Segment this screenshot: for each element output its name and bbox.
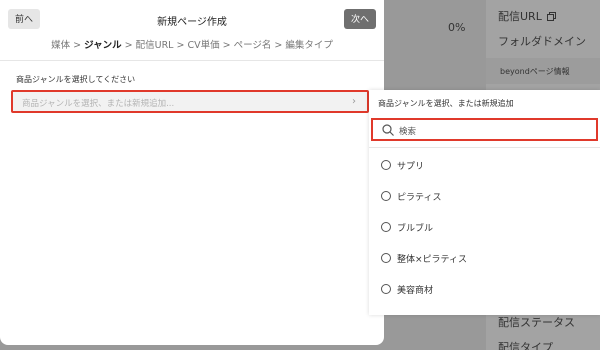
genre-field-label: 商品ジャンルを選択してください (16, 75, 136, 84)
search-icon (382, 124, 394, 136)
genre-option-label: ピラティス (397, 192, 442, 203)
breadcrumb-separator: > (176, 40, 185, 51)
genre-option[interactable]: サプリ (381, 158, 424, 172)
genre-option-label: ブルブル (397, 223, 434, 234)
background-item-delivery-type: 配信タイプ (498, 341, 553, 350)
genre-option-label: サプリ (397, 161, 425, 172)
genre-option-label: 美容商材 (397, 285, 434, 296)
modal-title: 新規ページ作成 (157, 17, 227, 28)
search-placeholder: 検索 (399, 127, 417, 137)
new-page-modal: 前へ 新規ページ作成 次へ 媒体 > ジャンル > 配信URL > CV単価 > ページ名 > 編集… (0, 0, 384, 345)
genre-option[interactable]: 整体×ピラティス (381, 251, 467, 265)
breadcrumb-separator: > (274, 40, 283, 51)
breadcrumb-item-media: 媒体 (51, 40, 71, 51)
copy-icon (547, 12, 557, 21)
radio-icon[interactable] (381, 191, 391, 201)
breadcrumb-separator: > (124, 40, 133, 51)
background-item-delivery-status: 配信ステータス (498, 316, 575, 329)
radio-icon[interactable] (381, 284, 391, 294)
dropdown-divider (369, 147, 600, 148)
background-percent-top: 0% (448, 21, 466, 34)
radio-icon[interactable] (381, 253, 391, 263)
chevron-right-icon: › (352, 96, 356, 107)
radio-icon[interactable] (381, 222, 391, 232)
breadcrumb-item-delivery-url: 配信URL (135, 40, 174, 51)
breadcrumb-item-genre: ジャンル (84, 40, 122, 51)
radio-icon[interactable] (381, 160, 391, 170)
next-button[interactable]: 次へ (344, 9, 376, 29)
breadcrumb-item-page-name: ページ名 (233, 40, 272, 51)
genre-dropdown: 商品ジャンルを選択、または新規追加 検索 サプリ ピラティス ブルブル 整体×ピ… (369, 90, 600, 315)
genre-option[interactable]: ブルブル (381, 220, 433, 234)
genre-option-label: 整体×ピラティス (397, 254, 468, 265)
background-item-delivery-url: 配信URL (498, 8, 557, 24)
breadcrumb-separator: > (73, 40, 82, 51)
search-input[interactable]: 検索 (371, 118, 598, 141)
background-section-label: beyondページ情報 (486, 58, 600, 84)
genre-select[interactable]: 商品ジャンルを選択、または新規追加... › (11, 90, 369, 113)
header-divider (0, 60, 384, 61)
background-item-folder-domain: フォルダドメイン (498, 35, 586, 48)
genre-select-placeholder: 商品ジャンルを選択、または新規追加... (22, 99, 175, 109)
breadcrumb-separator: > (222, 40, 231, 51)
genre-option[interactable]: 美容商材 (381, 282, 433, 296)
dropdown-title: 商品ジャンルを選択、または新規追加 (378, 99, 514, 108)
breadcrumb-item-edit-type: 編集タイプ (285, 40, 333, 51)
breadcrumb: 媒体 > ジャンル > 配信URL > CV単価 > ページ名 > 編集タイプ (0, 37, 384, 51)
breadcrumb-item-cv-price: CV単価 (187, 40, 220, 51)
genre-option[interactable]: ピラティス (381, 189, 441, 203)
